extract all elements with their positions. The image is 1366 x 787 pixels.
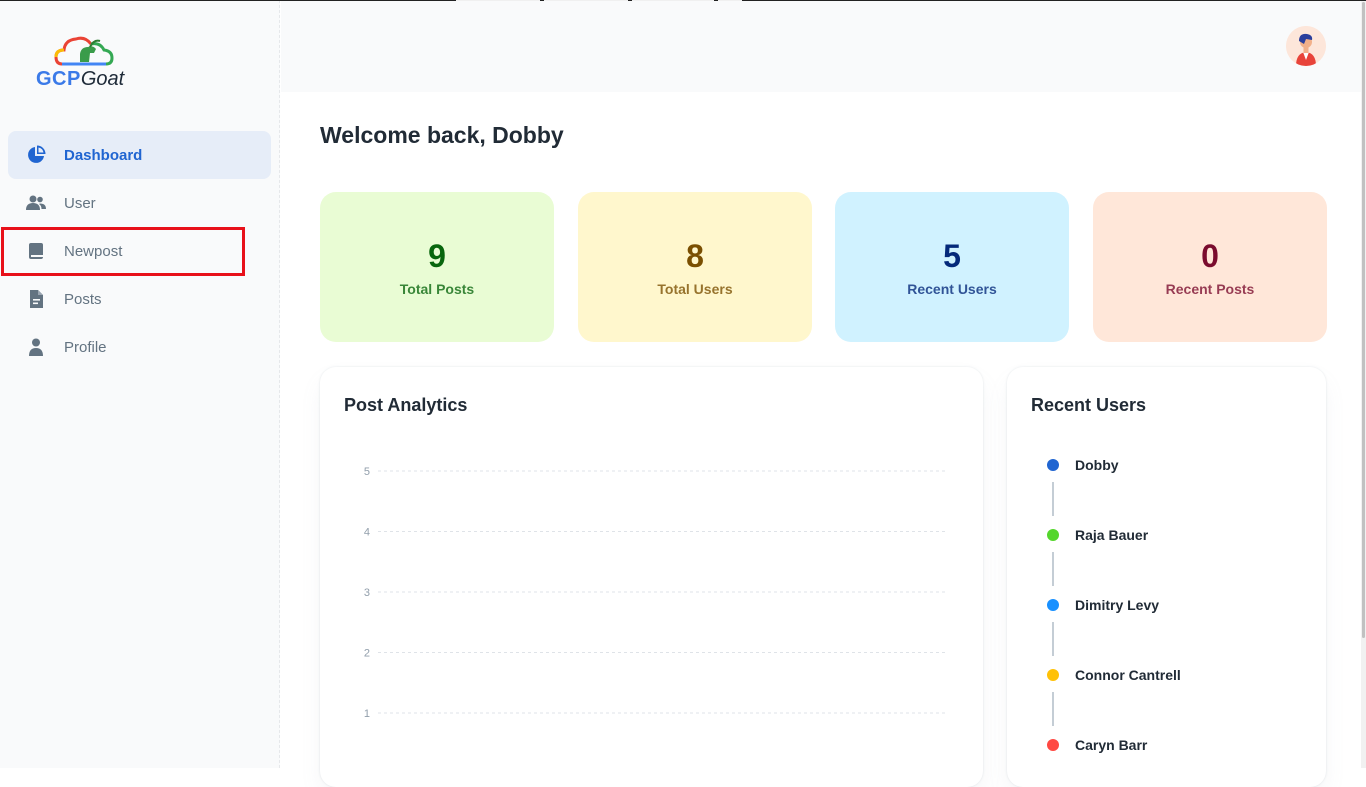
stat-label: Recent Posts	[1165, 281, 1255, 297]
stat-value: 5	[943, 238, 961, 274]
timeline-connector	[1052, 692, 1054, 726]
stat-card-recent-posts: 0 Recent Posts	[1093, 192, 1327, 342]
timeline-connector	[1052, 482, 1054, 516]
avatar-illustration-icon	[1286, 26, 1326, 66]
user-avatar[interactable]	[1286, 26, 1326, 66]
recent-users-title: Recent Users	[1031, 395, 1147, 415]
page-scrollbar-thumb[interactable]	[1362, 2, 1365, 638]
timeline-item: Dobby	[1047, 455, 1119, 475]
sidebar-item-posts[interactable]: Posts	[8, 275, 271, 323]
sidebar: GCPGoat Dashboard User Newpost Posts Pro…	[0, 0, 280, 768]
timeline-dot-icon	[1047, 599, 1059, 611]
logo-goat-text: Goat	[80, 68, 125, 90]
stat-label: Recent Users	[907, 281, 997, 297]
timeline-dot-icon	[1047, 459, 1059, 471]
y-tick-label: 5	[364, 466, 370, 478]
sidebar-item-newpost[interactable]: Newpost	[8, 227, 271, 275]
timeline-dot-icon	[1047, 529, 1059, 541]
timeline-user-name: Raja Bauer	[1075, 527, 1149, 543]
post-analytics-card: Post Analytics 54321	[320, 367, 983, 787]
sidebar-item-label: Newpost	[64, 242, 123, 260]
post-analytics-chart: 5 4 3 2 1	[364, 466, 948, 720]
stat-value: 9	[428, 238, 446, 274]
sidebar-item-label: User	[64, 194, 96, 212]
timeline-dot-icon	[1047, 739, 1059, 751]
sidebar-item-profile[interactable]: Profile	[8, 323, 271, 371]
timeline-user-name: Dobby	[1075, 457, 1119, 473]
pie-chart-icon	[26, 145, 46, 165]
y-tick-label: 1	[364, 708, 370, 720]
stat-label: Total Users	[657, 281, 733, 297]
timeline-connector	[1052, 552, 1054, 586]
timeline-item: Caryn Barr	[1047, 735, 1147, 755]
timeline-connector	[1052, 622, 1054, 656]
main-content: Welcome back, Dobby 9 Total Posts 8 Tota…	[281, 92, 1361, 787]
stat-card-total-posts: 9 Total Posts	[320, 192, 554, 342]
recent-users-card: Recent Users Dobby Raja Bauer Dimitry Levy…	[1007, 367, 1326, 787]
page-title: Welcome back, Dobby	[320, 122, 564, 148]
stat-card-recent-users: 5 Recent Users	[835, 192, 1069, 342]
logo-gcp-text: GCP	[36, 68, 81, 90]
top-header	[281, 0, 1366, 92]
person-icon	[26, 337, 46, 357]
timeline-user-name: Caryn Barr	[1075, 737, 1148, 753]
sidebar-item-label: Dashboard	[64, 146, 143, 164]
timeline-user-name: Dimitry Levy	[1075, 597, 1160, 613]
book-icon	[26, 241, 46, 261]
timeline-user-name: Connor Cantrell	[1075, 667, 1181, 683]
sidebar-nav: Dashboard User Newpost Posts Profile	[8, 131, 271, 371]
stat-label: Total Posts	[399, 281, 475, 297]
sidebar-item-dashboard[interactable]: Dashboard	[8, 131, 271, 179]
timeline-item: Raja Bauer	[1047, 525, 1148, 545]
stat-value: 8	[686, 238, 704, 274]
stat-value: 0	[1201, 238, 1219, 274]
logo-wordmark: GCPGoat	[36, 68, 124, 91]
cloud-goat-logo-icon	[54, 36, 114, 66]
y-tick-label: 4	[364, 527, 370, 539]
stat-card-total-users: 8 Total Users	[578, 192, 812, 342]
people-icon	[26, 193, 46, 213]
y-tick-label: 2	[364, 648, 370, 660]
file-text-icon	[26, 289, 46, 309]
gcp-goat-logo[interactable]: GCPGoat	[36, 34, 146, 94]
sidebar-item-label: Posts	[64, 290, 102, 308]
timeline-dot-icon	[1047, 669, 1059, 681]
sidebar-item-user[interactable]: User	[8, 179, 271, 227]
sidebar-item-label: Profile	[64, 338, 107, 356]
y-tick-label: 3	[364, 587, 370, 599]
timeline-item: Dimitry Levy	[1047, 595, 1159, 615]
browser-top-edge	[0, 0, 1366, 1]
timeline-item: Connor Cantrell	[1047, 665, 1181, 685]
